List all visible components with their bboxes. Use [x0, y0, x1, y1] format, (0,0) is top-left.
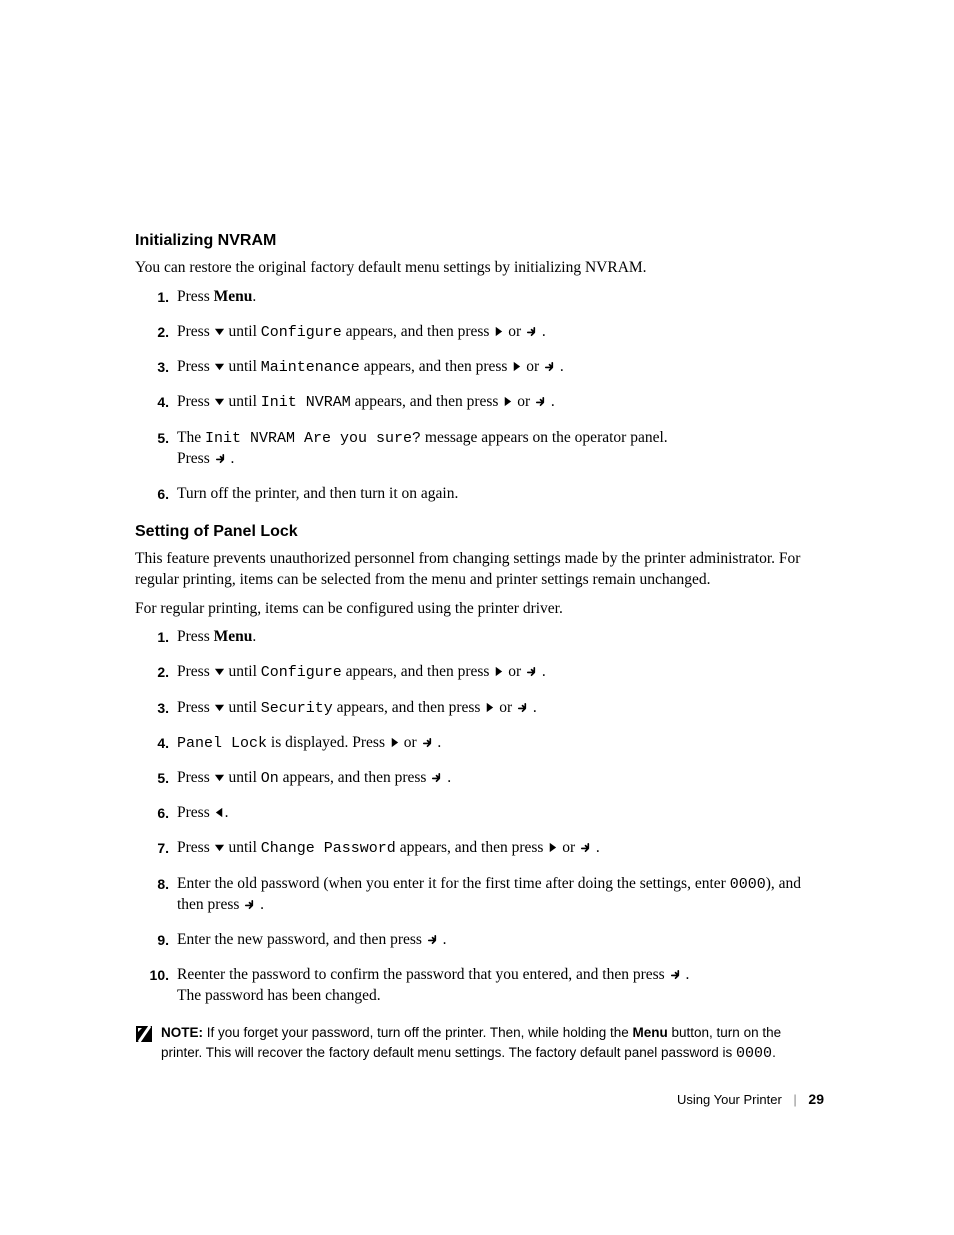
step-body: Press until Init NVRAM appears, and then…: [177, 392, 824, 413]
right-arrow-icon: [547, 842, 558, 853]
list-item: 4. Panel Lock is displayed. Press or .: [135, 733, 824, 754]
step-number: 2.: [135, 322, 177, 342]
step-body: Enter the new password, and then press .: [177, 930, 824, 951]
note-icon: [135, 1025, 153, 1043]
heading-initializing-nvram: Initializing NVRAM: [135, 232, 824, 250]
list-item: 4. Press until Init NVRAM appears, and t…: [135, 392, 824, 413]
enter-icon: [426, 933, 439, 946]
right-arrow-icon: [493, 326, 504, 337]
enter-icon: [214, 452, 227, 465]
enter-icon: [243, 898, 256, 911]
step-number: 7.: [135, 838, 177, 858]
enter-icon: [669, 968, 682, 981]
right-arrow-icon: [389, 737, 400, 748]
footer-chapter: Using Your Printer: [677, 1092, 782, 1107]
enter-icon: [525, 665, 538, 678]
intro-nvram: You can restore the original factory def…: [135, 258, 824, 279]
enter-icon: [534, 395, 547, 408]
step-number: 3.: [135, 357, 177, 377]
footer-page-number: 29: [808, 1091, 824, 1107]
step-number: 4.: [135, 733, 177, 753]
step-number: 10.: [135, 965, 177, 985]
step-body: Press Menu.: [177, 287, 824, 308]
enter-icon: [516, 701, 529, 714]
step-body: Turn off the printer, and then turn it o…: [177, 484, 824, 505]
list-item: 5. The Init NVRAM Are you sure? message …: [135, 428, 824, 470]
enter-icon: [525, 325, 538, 338]
list-item: 1. Press Menu.: [135, 627, 824, 648]
step-number: 2.: [135, 662, 177, 682]
left-arrow-icon: [214, 807, 225, 818]
intro-panel-lock-2: For regular printing, items can be confi…: [135, 599, 824, 620]
heading-panel-lock: Setting of Panel Lock: [135, 523, 824, 541]
list-item: 1. Press Menu.: [135, 287, 824, 308]
down-arrow-icon: [214, 842, 225, 853]
steps-panel-lock: 1. Press Menu. 2. Press until Configure …: [135, 627, 824, 1006]
note-block: NOTE: If you forget your password, turn …: [135, 1024, 824, 1064]
right-arrow-icon: [502, 396, 513, 407]
list-item: 10. Reenter the password to confirm the …: [135, 965, 824, 1007]
down-arrow-icon: [214, 666, 225, 677]
list-item: 9. Enter the new password, and then pres…: [135, 930, 824, 951]
down-arrow-icon: [214, 702, 225, 713]
list-item: 6. Turn off the printer, and then turn i…: [135, 484, 824, 505]
step-body: The Init NVRAM Are you sure? message app…: [177, 428, 824, 470]
step-body: Press Menu.: [177, 627, 824, 648]
step-body: Press until On appears, and then press .: [177, 768, 824, 789]
step-number: 5.: [135, 428, 177, 448]
step-number: 6.: [135, 484, 177, 504]
down-arrow-icon: [214, 396, 225, 407]
down-arrow-icon: [214, 326, 225, 337]
right-arrow-icon: [484, 702, 495, 713]
step-number: 6.: [135, 803, 177, 823]
step-body: Panel Lock is displayed. Press or .: [177, 733, 824, 754]
page-content: Initializing NVRAM You can restore the o…: [0, 0, 954, 1124]
list-item: 3. Press until Maintenance appears, and …: [135, 357, 824, 378]
list-item: 7. Press until Change Password appears, …: [135, 838, 824, 859]
note-text: NOTE: If you forget your password, turn …: [161, 1024, 824, 1064]
enter-icon: [543, 360, 556, 373]
step-number: 1.: [135, 287, 177, 307]
down-arrow-icon: [214, 361, 225, 372]
list-item: 8. Enter the old password (when you ente…: [135, 874, 824, 916]
footer-separator: |: [793, 1092, 796, 1107]
step-number: 5.: [135, 768, 177, 788]
step-number: 8.: [135, 874, 177, 894]
step-body: Press until Configure appears, and then …: [177, 322, 824, 343]
step-body: Press until Change Password appears, and…: [177, 838, 824, 859]
list-item: 2. Press until Configure appears, and th…: [135, 662, 824, 683]
step-body: Reenter the password to confirm the pass…: [177, 965, 824, 1007]
step-body: Press .: [177, 803, 824, 824]
steps-nvram: 1. Press Menu. 2. Press until Configure …: [135, 287, 824, 505]
step-number: 1.: [135, 627, 177, 647]
list-item: 6. Press .: [135, 803, 824, 824]
step-number: 9.: [135, 930, 177, 950]
step-body: Press until Maintenance appears, and the…: [177, 357, 824, 378]
step-body: Press until Security appears, and then p…: [177, 698, 824, 719]
step-number: 3.: [135, 698, 177, 718]
list-item: 5. Press until On appears, and then pres…: [135, 768, 824, 789]
enter-icon: [421, 736, 434, 749]
step-body: Press until Configure appears, and then …: [177, 662, 824, 683]
list-item: 3. Press until Security appears, and the…: [135, 698, 824, 719]
down-arrow-icon: [214, 772, 225, 783]
list-item: 2. Press until Configure appears, and th…: [135, 322, 824, 343]
intro-panel-lock-1: This feature prevents unauthorized perso…: [135, 549, 824, 591]
page-footer: Using Your Printer | 29: [677, 1091, 824, 1107]
step-number: 4.: [135, 392, 177, 412]
step-body: Enter the old password (when you enter i…: [177, 874, 824, 916]
enter-icon: [579, 841, 592, 854]
right-arrow-icon: [511, 361, 522, 372]
right-arrow-icon: [493, 666, 504, 677]
enter-icon: [430, 771, 443, 784]
